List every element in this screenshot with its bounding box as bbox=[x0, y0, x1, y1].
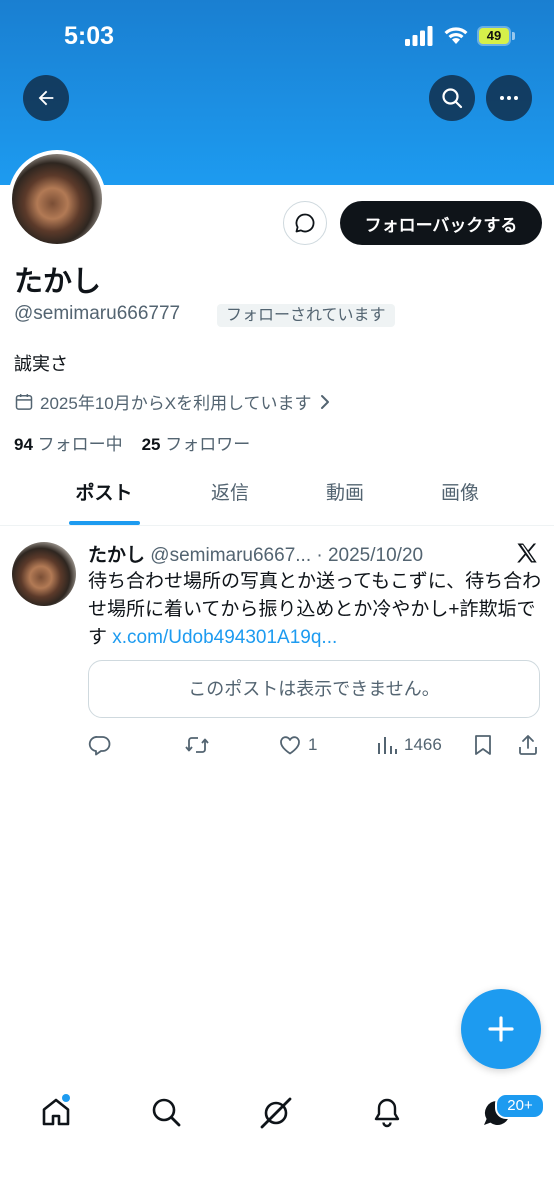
bottom-nav bbox=[0, 1080, 554, 1152]
tab-videos[interactable]: 動画 bbox=[287, 470, 403, 525]
battery-level: 49 bbox=[479, 28, 509, 44]
x-logo-icon[interactable] bbox=[515, 541, 539, 565]
post-actions: 1 1466 bbox=[88, 730, 544, 760]
repost-button[interactable] bbox=[184, 730, 210, 760]
quoted-post-unavailable: このポストは表示できません。 bbox=[88, 660, 540, 718]
home-unread-dot bbox=[62, 1094, 70, 1102]
more-button[interactable] bbox=[486, 75, 532, 121]
nav-notifications[interactable] bbox=[371, 1096, 403, 1133]
bell-icon bbox=[374, 1098, 400, 1128]
wifi-icon bbox=[444, 27, 468, 44]
following-count: 94 bbox=[14, 435, 33, 454]
repost-icon bbox=[185, 737, 209, 753]
joined-label: 2025年10月からXを利用しています bbox=[40, 394, 312, 413]
tab-label: 画像 bbox=[440, 483, 479, 504]
following-label: フォロー中 bbox=[37, 435, 123, 454]
tab-active-indicator bbox=[69, 521, 140, 525]
back-button[interactable] bbox=[23, 75, 69, 121]
post-text: 待ち合わせ場所の写真とか送ってもこずに、待ち合わせ場所に着いてから振り込めとか冷… bbox=[88, 568, 544, 652]
post-meta: たかし @semimaru6667... · 2025/10/20 bbox=[88, 540, 423, 567]
search-icon bbox=[442, 88, 463, 109]
nav-grok[interactable] bbox=[259, 1096, 293, 1135]
compose-button[interactable] bbox=[461, 989, 541, 1069]
post-author-handle: @semimaru6667... bbox=[150, 545, 312, 566]
like-icon bbox=[280, 736, 300, 755]
back-arrow-icon bbox=[38, 90, 54, 106]
chevron-right-icon bbox=[320, 394, 329, 409]
bookmark-icon bbox=[475, 735, 491, 755]
status-time: 5:03 bbox=[64, 22, 115, 50]
status-bar: 5:03 49 bbox=[0, 0, 554, 72]
post-item[interactable]: たかし @semimaru6667... · 2025/10/20 待ち合わせ場… bbox=[0, 526, 554, 776]
post-date: · 2025/10/20 bbox=[316, 545, 424, 566]
views-icon bbox=[378, 737, 397, 754]
bookmark-button[interactable] bbox=[472, 730, 494, 760]
followers-link[interactable]: 25 フォロワー bbox=[142, 435, 251, 454]
tab-label: 返信 bbox=[210, 483, 249, 504]
tab-label: 動画 bbox=[325, 483, 364, 504]
grok-icon bbox=[260, 1097, 292, 1129]
post-avatar[interactable] bbox=[12, 542, 76, 606]
follows-you-badge: フォローされています bbox=[217, 304, 395, 327]
follow-stats: 94 フォロー中 25 フォロワー bbox=[14, 430, 250, 455]
tab-media[interactable]: 画像 bbox=[402, 470, 518, 525]
nav-explore[interactable] bbox=[150, 1096, 182, 1133]
reply-button[interactable] bbox=[88, 730, 112, 760]
views-button[interactable]: 1466 bbox=[376, 730, 442, 760]
messages-badge: 20+ bbox=[495, 1093, 545, 1119]
profile-avatar[interactable] bbox=[8, 150, 106, 248]
more-icon bbox=[500, 96, 518, 100]
reply-icon bbox=[88, 736, 111, 756]
following-link[interactable]: 94 フォロー中 bbox=[14, 435, 123, 454]
like-button[interactable]: 1 bbox=[278, 730, 317, 760]
followers-count: 25 bbox=[141, 435, 161, 454]
followers-label: フォロワー bbox=[165, 435, 251, 454]
calendar-icon bbox=[15, 393, 33, 410]
profile-bio: 誠実さ bbox=[14, 354, 68, 374]
battery-indicator: 49 bbox=[477, 26, 515, 46]
follow-back-button[interactable]: フォローバックする bbox=[340, 201, 542, 245]
tab-label: ポスト bbox=[75, 483, 133, 504]
tab-replies[interactable]: 返信 bbox=[172, 470, 288, 525]
profile-handle: @semimaru666777 bbox=[14, 303, 181, 324]
tab-posts[interactable]: ポスト bbox=[46, 470, 162, 525]
compose-plus-icon bbox=[488, 1016, 514, 1042]
like-count: 1 bbox=[308, 735, 318, 754]
cellular-signal-icon bbox=[405, 26, 433, 46]
profile-name: たかし bbox=[14, 266, 102, 298]
search-button[interactable] bbox=[429, 75, 475, 121]
share-icon bbox=[519, 735, 537, 755]
views-count: 1466 bbox=[404, 735, 442, 754]
post-author-name[interactable]: たかし bbox=[88, 545, 145, 566]
message-button[interactable] bbox=[283, 201, 327, 245]
profile-tabs: ポスト 返信 動画 画像 bbox=[0, 470, 554, 526]
post-link[interactable]: x.com/Udob494301A19q... bbox=[112, 627, 337, 648]
explore-icon bbox=[152, 1098, 181, 1127]
share-button[interactable] bbox=[516, 730, 540, 760]
joined-date[interactable]: 2025年10月からXを利用しています bbox=[14, 389, 332, 414]
message-icon bbox=[295, 213, 315, 233]
